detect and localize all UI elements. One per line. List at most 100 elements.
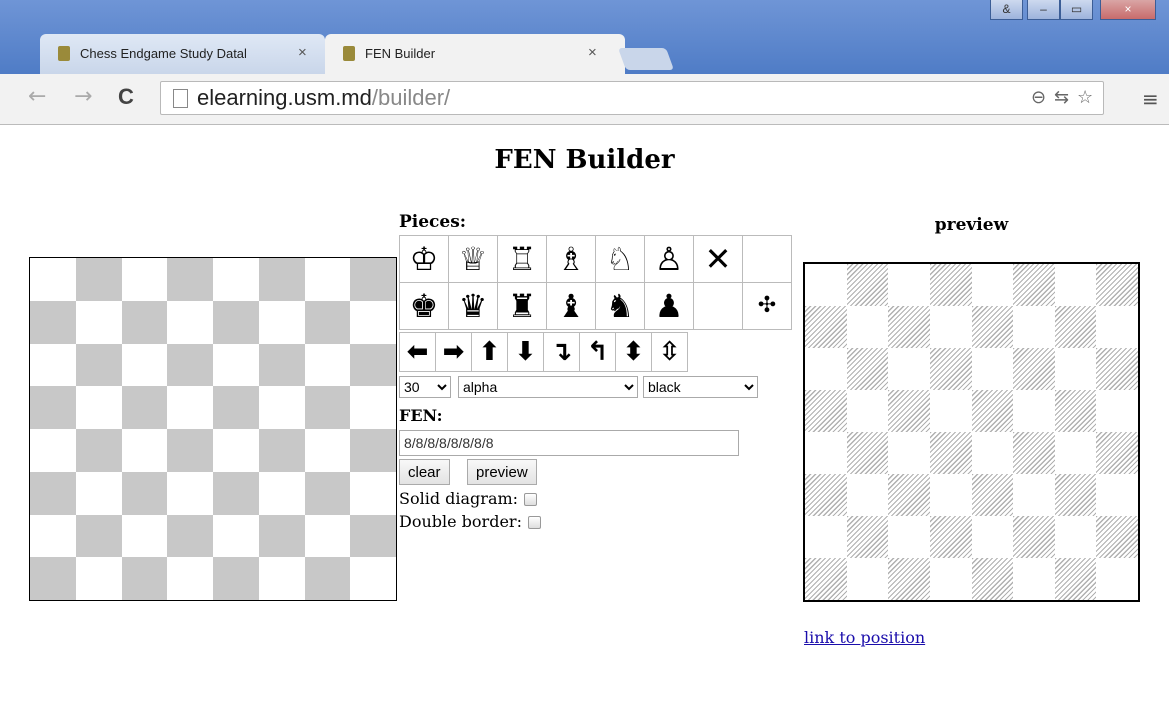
tab-fen-builder[interactable]: FEN Builder ×	[325, 34, 625, 74]
tab-close-icon[interactable]: ×	[298, 44, 307, 61]
rotate-right-icon[interactable]: ↴	[543, 332, 580, 372]
editor-board[interactable]	[29, 257, 397, 601]
user-icon[interactable]: &	[990, 0, 1023, 20]
shift-left-icon[interactable]: ⬅	[399, 332, 436, 372]
board-square[interactable]	[258, 343, 305, 387]
board-square[interactable]	[167, 429, 213, 472]
board-square[interactable]	[75, 514, 122, 558]
board-square[interactable]	[350, 258, 396, 301]
black-bishop-piece[interactable]: ♝	[546, 282, 596, 330]
board-square[interactable]	[213, 258, 259, 301]
board-square[interactable]	[305, 344, 351, 387]
board-square[interactable]	[122, 515, 168, 558]
black-king-piece[interactable]: ♚	[399, 282, 449, 330]
white-king-piece[interactable]: ♔	[399, 235, 449, 283]
board-square[interactable]	[167, 472, 213, 515]
piece-style-select[interactable]: alpha	[458, 376, 638, 398]
board-square[interactable]	[121, 300, 168, 344]
menu-icon[interactable]: ≡	[1142, 87, 1159, 111]
board-square[interactable]	[213, 471, 259, 515]
board-square[interactable]	[304, 300, 351, 344]
board-square[interactable]	[305, 515, 351, 558]
board-square[interactable]	[76, 386, 122, 429]
board-square[interactable]	[167, 386, 213, 429]
board-square[interactable]	[122, 258, 168, 301]
board-square[interactable]	[259, 386, 305, 429]
double-border-checkbox[interactable]	[527, 516, 541, 529]
address-bar[interactable]: elearning.usm.md/builder/ ⊖ ⇆ ☆	[160, 81, 1104, 115]
board-square[interactable]	[350, 386, 396, 429]
board-square[interactable]	[305, 429, 351, 472]
board-square[interactable]	[213, 344, 259, 387]
board-square[interactable]	[122, 344, 168, 387]
board-square[interactable]	[121, 386, 168, 429]
board-square[interactable]	[30, 557, 76, 600]
url-text[interactable]: elearning.usm.md/builder/	[197, 85, 450, 111]
board-square[interactable]	[30, 386, 76, 429]
board-square[interactable]	[30, 429, 76, 472]
board-square[interactable]	[30, 344, 76, 387]
black-knight-piece[interactable]: ♞	[595, 282, 645, 330]
zoom-icon[interactable]: ⊖	[1031, 87, 1046, 108]
board-square[interactable]	[259, 301, 305, 344]
shift-right-icon[interactable]: ➡	[435, 332, 472, 372]
empty-slot[interactable]	[742, 235, 792, 283]
tab-chess-endgame[interactable]: Chess Endgame Study Datal ×	[40, 34, 325, 74]
board-square[interactable]	[121, 557, 168, 600]
white-pawn-piece[interactable]: ♙	[644, 235, 694, 283]
empty-slot[interactable]	[693, 282, 743, 330]
board-square[interactable]	[167, 258, 213, 301]
black-pawn-piece[interactable]: ♟	[644, 282, 694, 330]
back-icon[interactable]: ←	[28, 84, 46, 109]
black-rook-piece[interactable]: ♜	[497, 282, 547, 330]
board-square[interactable]	[259, 557, 305, 600]
board-square[interactable]	[75, 429, 122, 472]
board-square[interactable]	[350, 429, 396, 472]
board-square[interactable]	[350, 343, 396, 387]
board-square[interactable]	[258, 429, 305, 472]
board-square[interactable]	[167, 301, 213, 344]
flip-board-icon[interactable]: ⇳	[651, 332, 688, 372]
board-square[interactable]	[122, 429, 168, 472]
board-square[interactable]	[213, 429, 259, 472]
color-select[interactable]: black	[643, 376, 758, 398]
board-square[interactable]	[304, 386, 351, 429]
board-square[interactable]	[76, 472, 122, 515]
board-square[interactable]	[304, 471, 351, 515]
board-square[interactable]	[213, 300, 259, 344]
translate-icon[interactable]: ⇆	[1054, 87, 1069, 108]
board-square[interactable]	[75, 258, 122, 301]
board-square[interactable]	[167, 514, 213, 558]
forward-icon[interactable]: →	[74, 84, 92, 109]
board-square[interactable]	[305, 258, 351, 301]
delete-piece-icon[interactable]: ✕	[693, 235, 743, 283]
board-square[interactable]	[76, 557, 122, 600]
board-square[interactable]	[30, 515, 76, 558]
clear-button[interactable]: clear	[399, 459, 450, 485]
fen-input[interactable]	[399, 430, 739, 456]
board-square[interactable]	[350, 301, 396, 344]
board-square[interactable]	[76, 301, 122, 344]
board-square[interactable]	[350, 514, 396, 558]
shift-down-icon[interactable]: ⬇	[507, 332, 544, 372]
white-knight-piece[interactable]: ♘	[595, 235, 645, 283]
board-square[interactable]	[30, 300, 76, 344]
link-to-position[interactable]: link to position	[804, 628, 925, 647]
white-bishop-piece[interactable]: ♗	[546, 235, 596, 283]
board-square[interactable]	[121, 471, 168, 515]
board-square[interactable]	[350, 557, 396, 600]
board-square[interactable]	[167, 557, 213, 600]
black-queen-piece[interactable]: ♛	[448, 282, 498, 330]
move-icon[interactable]: ✣	[742, 282, 792, 330]
preview-button[interactable]: preview	[467, 459, 537, 485]
board-square[interactable]	[259, 472, 305, 515]
size-select[interactable]: 30	[399, 376, 451, 398]
board-square[interactable]	[350, 472, 396, 515]
board-square[interactable]	[75, 343, 122, 387]
board-square[interactable]	[167, 343, 213, 387]
bookmark-star-icon[interactable]: ☆	[1077, 87, 1093, 108]
board-square[interactable]	[304, 557, 351, 600]
maximize-button[interactable]: ▭	[1060, 0, 1093, 20]
shift-up-icon[interactable]: ⬆	[471, 332, 508, 372]
board-square[interactable]	[258, 514, 305, 558]
